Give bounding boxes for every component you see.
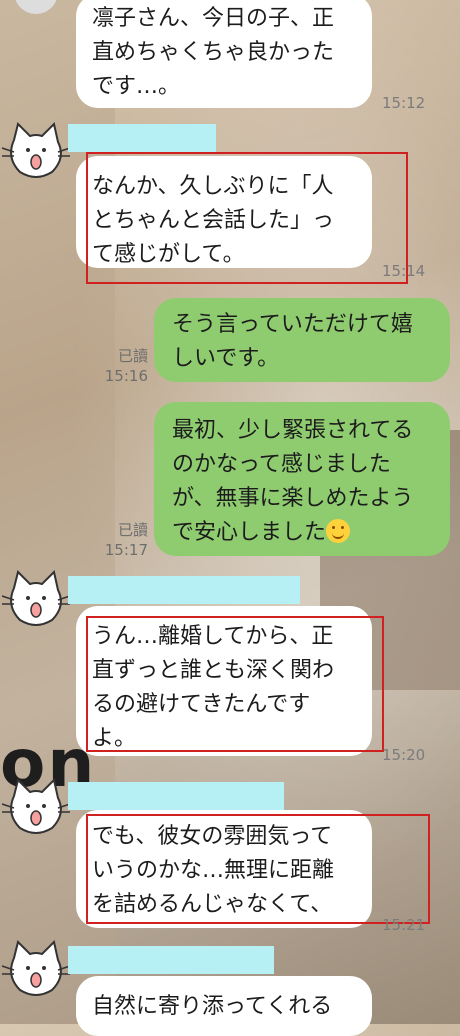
message-line: しいです。 [172, 346, 280, 371]
highlight-box [86, 152, 408, 284]
message-line: 最初、少し緊張されてる [172, 418, 414, 443]
message-bubble-received[interactable]: 自然に寄り添ってくれる [76, 976, 372, 1036]
smiling-face-icon [326, 519, 351, 543]
message-bubble-sent[interactable]: 最初、少し緊張されてる のかなって感じました が、無事に楽しめたよう で安心しま… [154, 402, 450, 556]
message-time: 15:20 [382, 746, 426, 764]
name-redaction [68, 124, 216, 152]
cat-avatar-icon[interactable] [0, 936, 72, 1000]
message-time: 15:16 [104, 367, 148, 385]
highlight-box [86, 616, 384, 752]
message-line: です…。 [92, 74, 181, 99]
name-redaction [68, 946, 274, 974]
read-label: 已讀 [117, 521, 148, 539]
message-line: で安心しました [172, 516, 450, 550]
read-label: 已讀 [117, 347, 148, 365]
message-line: 凛子さん、今日の子、正 [92, 6, 335, 31]
message-bubble-sent[interactable]: そう言っていただけて嬉 しいです。 [154, 298, 450, 382]
message-line: が、無事に楽しめたよう [172, 486, 414, 511]
cat-avatar-icon[interactable] [0, 118, 72, 182]
read-receipt: 已讀 15:16 [98, 346, 148, 386]
name-redaction [68, 576, 300, 604]
message-bubble-received[interactable]: 凛子さん、今日の子、正 直めちゃくちゃ良かった です…。 [76, 0, 372, 108]
message-line: のかなって感じました [172, 452, 391, 477]
message-time: 15:14 [382, 262, 426, 280]
cat-avatar-icon[interactable] [0, 566, 72, 630]
message-line: そう言っていただけて嬉 [172, 312, 413, 337]
cat-avatar-icon[interactable] [0, 774, 72, 838]
message-time: 15:17 [104, 541, 148, 559]
read-receipt: 已讀 15:17 [98, 520, 148, 560]
message-time: 15:12 [382, 94, 426, 112]
message-line: 自然に寄り添ってくれる [92, 994, 333, 1019]
name-redaction [68, 782, 284, 810]
highlight-box [86, 814, 430, 924]
message-line: 直めちゃくちゃ良かった [92, 40, 335, 65]
message-time: 15:21 [382, 916, 426, 934]
